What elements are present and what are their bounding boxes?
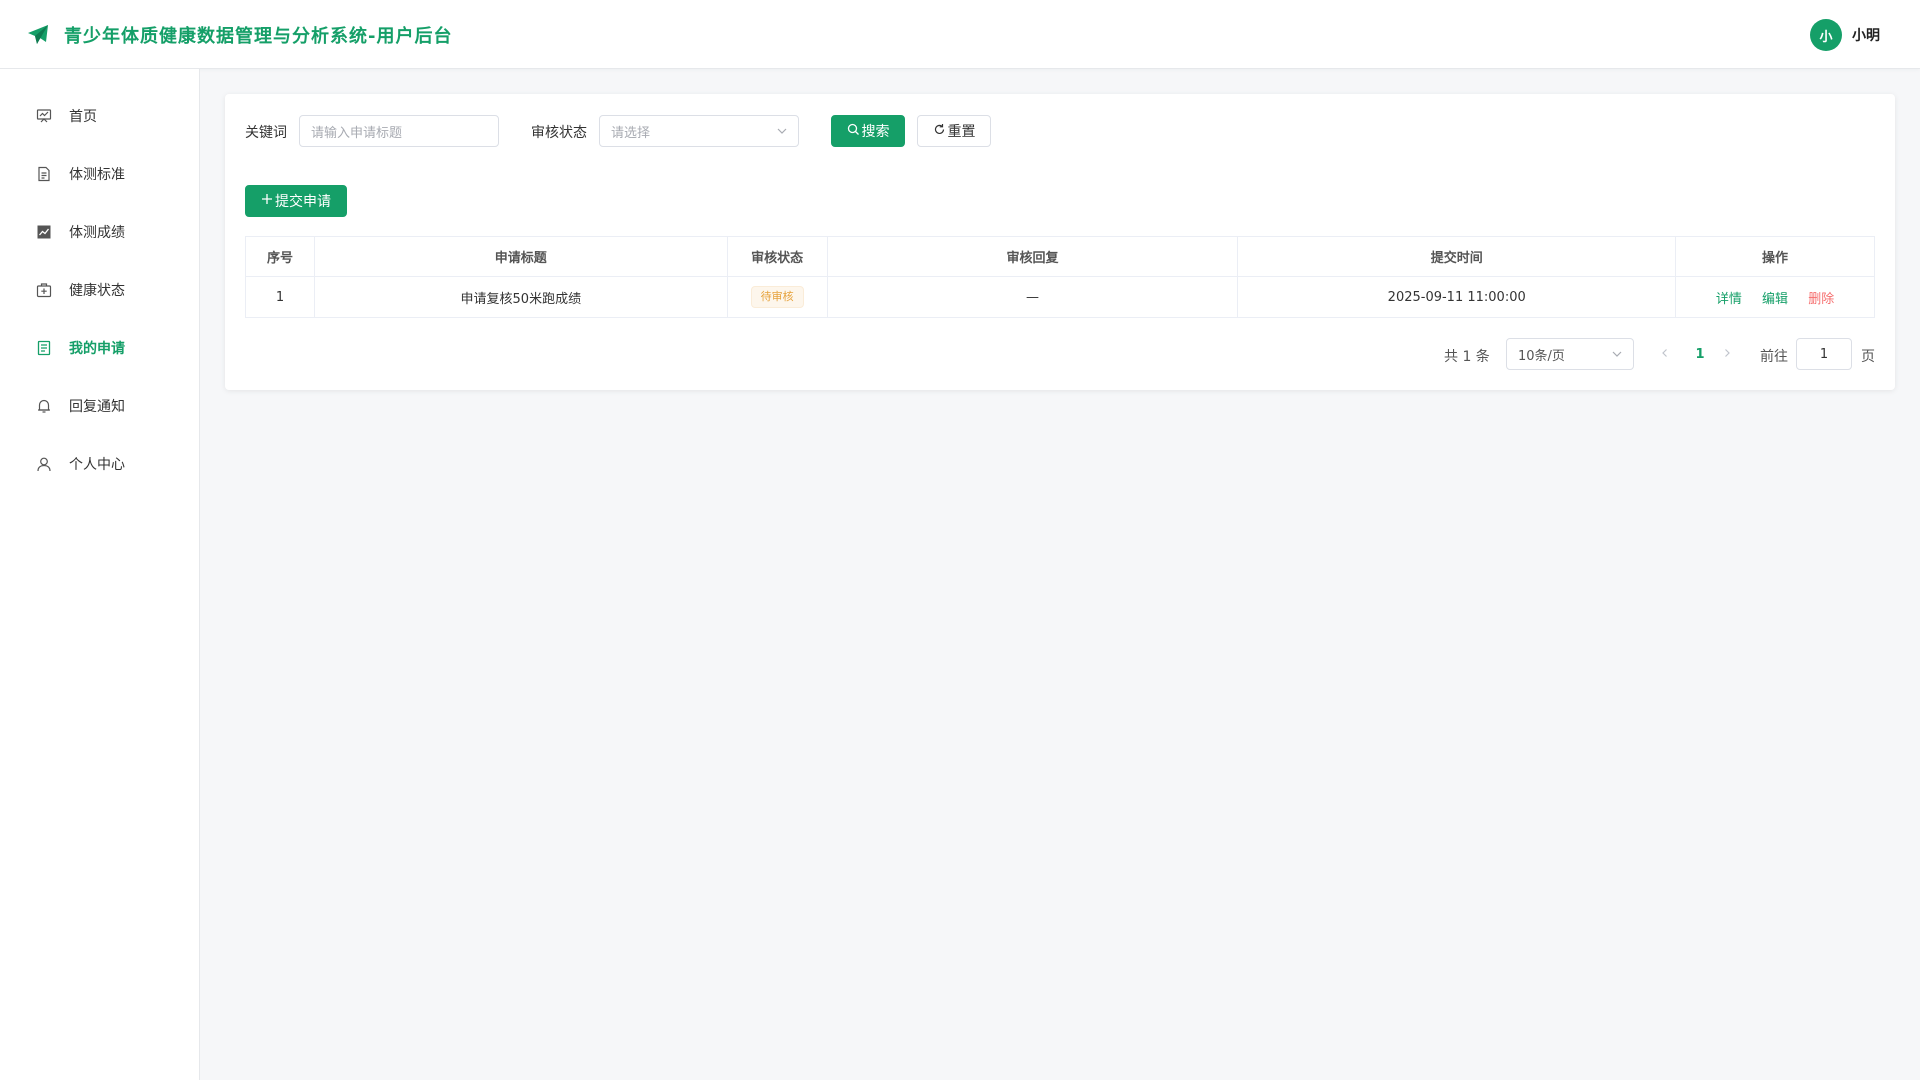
- cell-actions: 详情 编辑 删除: [1675, 276, 1875, 318]
- page-unit-label: 页: [1861, 349, 1875, 365]
- page-number-current[interactable]: 1: [1685, 338, 1715, 370]
- sidebar-item-my-applications[interactable]: 我的申请: [0, 328, 199, 368]
- reset-button-label: 重置: [947, 124, 976, 140]
- sidebar-item-label: 我的申请: [69, 341, 125, 357]
- application-icon: [35, 339, 53, 357]
- paper-plane-icon: [26, 23, 50, 47]
- column-header-reply: 审核回复: [826, 236, 1239, 277]
- chevron-left-icon: [1660, 346, 1670, 362]
- top-header: 青少年体质健康数据管理与分析系统-用户后台 小 小明: [0, 0, 1920, 69]
- chevron-down-icon: [1611, 348, 1623, 360]
- cell-title: 申请复核50米跑成绩: [313, 276, 728, 318]
- bell-icon: [35, 397, 53, 415]
- column-header-title: 申请标题: [313, 236, 728, 277]
- keyword-input[interactable]: 请输入申请标题: [299, 115, 499, 147]
- table-header-row: 序号 申请标题 审核状态 审核回复 提交时间 操作: [245, 236, 1875, 277]
- cell-submitted-at: 2025-09-11 11:00:00: [1237, 276, 1677, 318]
- refresh-icon: [933, 123, 948, 140]
- keyword-label: 关键词: [245, 125, 287, 141]
- document-icon: [35, 165, 53, 183]
- reset-button[interactable]: 重置: [917, 115, 991, 147]
- prev-page-button[interactable]: [1655, 344, 1675, 364]
- brand[interactable]: 青少年体质健康数据管理与分析系统-用户后台: [26, 22, 452, 48]
- applications-table: 序号 申请标题 审核状态 审核回复 提交时间 操作 1 申请复核50米跑成绩 待…: [245, 236, 1875, 318]
- dashboard-icon: [35, 107, 53, 125]
- submit-application-label: 提交申请: [275, 194, 331, 210]
- sidebar-item-label: 体测成绩: [69, 225, 125, 241]
- column-header-submitted-at: 提交时间: [1237, 236, 1677, 277]
- app-title: 青少年体质健康数据管理与分析系统-用户后台: [64, 26, 453, 47]
- status-placeholder: 请选择: [611, 125, 651, 141]
- applications-card: 关键词 请输入申请标题 审核状态 请选择 搜索 重置 提交申请 序号 申请标题 …: [225, 94, 1895, 390]
- cell-status: 待审核: [726, 276, 828, 318]
- sidebar-item-profile[interactable]: 个人中心: [0, 444, 199, 484]
- sidebar-item-home[interactable]: 首页: [0, 96, 199, 136]
- user-menu[interactable]: 小 小明: [1810, 19, 1880, 51]
- chart-icon: [35, 223, 53, 241]
- page-size-value: 10条/页: [1518, 348, 1565, 364]
- plus-icon: [261, 193, 275, 209]
- page-size-select[interactable]: 10条/页: [1506, 338, 1634, 370]
- column-header-index: 序号: [245, 236, 315, 277]
- user-icon: [35, 455, 53, 473]
- goto-label: 前往: [1760, 349, 1788, 365]
- sidebar-item-health[interactable]: 健康状态: [0, 270, 199, 310]
- edit-link[interactable]: 编辑: [1762, 288, 1788, 307]
- search-button-label: 搜索: [861, 124, 890, 140]
- delete-link[interactable]: 删除: [1808, 288, 1834, 307]
- avatar[interactable]: 小: [1810, 19, 1842, 51]
- cell-reply: —: [826, 276, 1239, 318]
- sidebar-item-notifications[interactable]: 回复通知: [0, 386, 199, 426]
- sidebar-item-standards[interactable]: 体测标准: [0, 154, 199, 194]
- medical-kit-icon: [35, 281, 53, 299]
- next-page-button[interactable]: [1717, 344, 1737, 364]
- sidebar-item-label: 健康状态: [69, 283, 125, 299]
- sidebar-item-label: 回复通知: [69, 399, 125, 415]
- chevron-down-icon: [776, 125, 788, 137]
- sidebar-item-label: 体测标准: [69, 167, 125, 183]
- cell-index: 1: [245, 276, 315, 318]
- sidebar-item-label: 首页: [69, 109, 97, 125]
- submit-application-button[interactable]: 提交申请: [245, 185, 347, 217]
- sidebar-item-label: 个人中心: [69, 457, 125, 473]
- detail-link[interactable]: 详情: [1716, 288, 1742, 307]
- keyword-placeholder: 请输入申请标题: [311, 125, 403, 141]
- status-select[interactable]: 请选择: [599, 115, 799, 147]
- pagination-total: 共 1 条: [1444, 349, 1490, 365]
- chevron-right-icon: [1722, 346, 1732, 362]
- goto-page-input[interactable]: 1: [1796, 338, 1852, 370]
- column-header-actions: 操作: [1675, 236, 1875, 277]
- status-label: 审核状态: [531, 125, 587, 141]
- sidebar-item-scores[interactable]: 体测成绩: [0, 212, 199, 252]
- status-badge: 待审核: [750, 286, 804, 308]
- sidebar: 首页 体测标准 体测成绩 健康状态 我的申请 回复通知 个人中心: [0, 69, 200, 1080]
- search-icon: [847, 123, 862, 140]
- table-row: 1 申请复核50米跑成绩 待审核 — 2025-09-11 11:00:00 详…: [245, 276, 1875, 318]
- column-header-status: 审核状态: [726, 236, 828, 277]
- user-name[interactable]: 小明: [1852, 25, 1880, 45]
- search-button[interactable]: 搜索: [831, 115, 905, 147]
